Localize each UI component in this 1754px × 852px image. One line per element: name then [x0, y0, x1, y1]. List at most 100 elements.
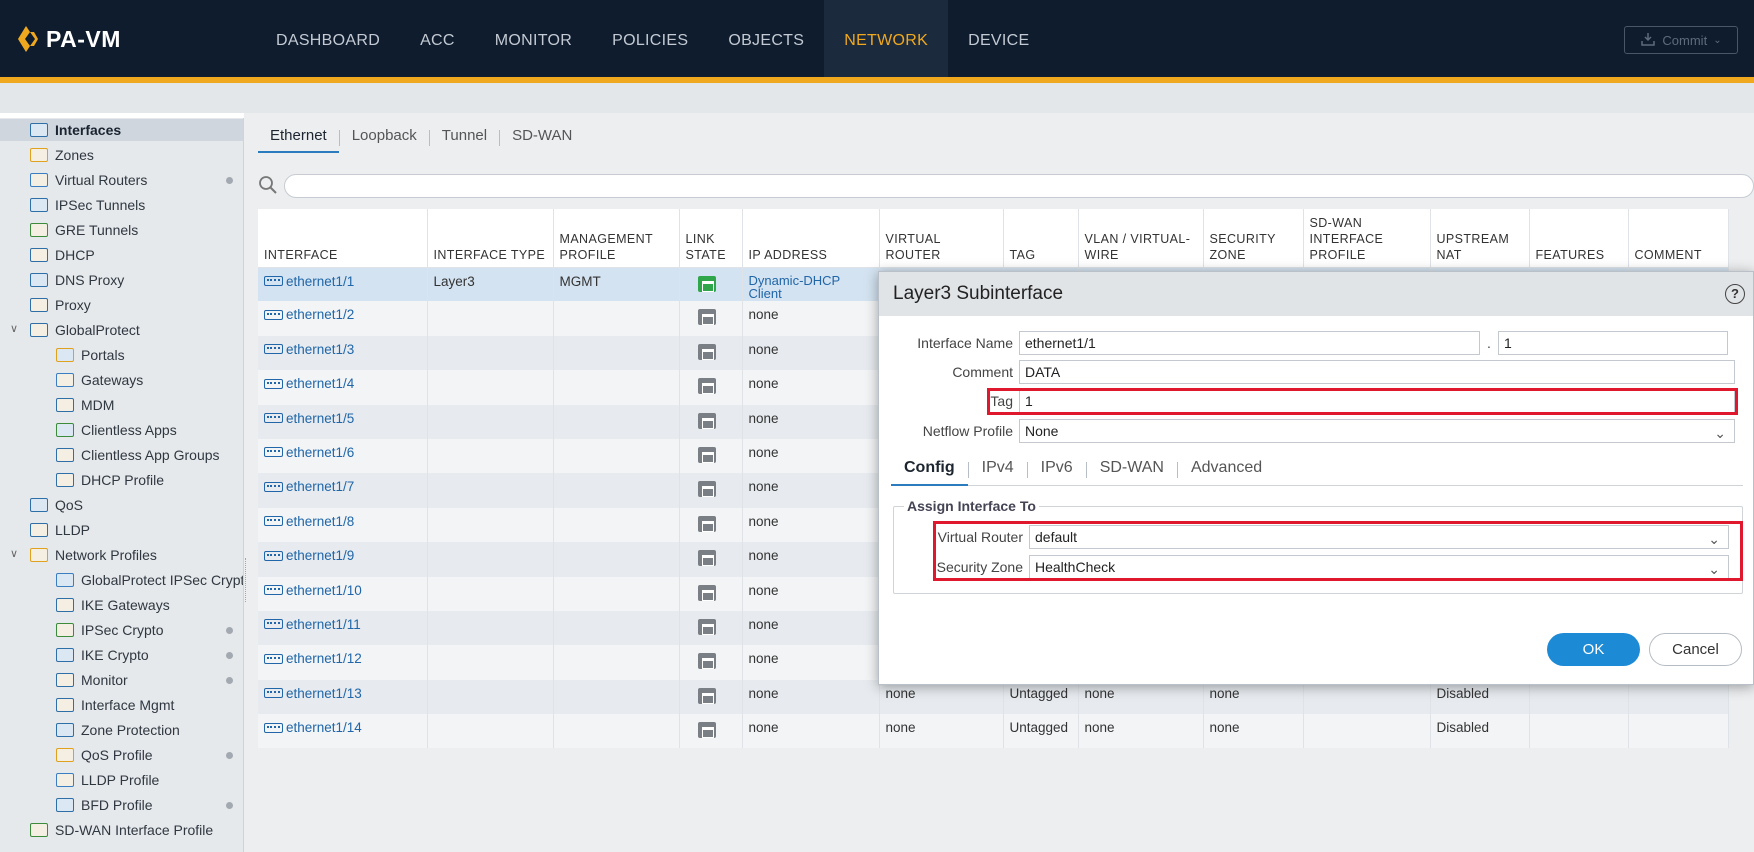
sidebar-item-dhcp-profile[interactable]: DHCP Profile	[56, 469, 164, 491]
sidebar-item-lldp-profile[interactable]: LLDP Profile	[56, 769, 159, 791]
col-link-state[interactable]: LINK STATE	[679, 209, 743, 268]
interface-name: ethernet1/9	[286, 548, 355, 564]
interface-link[interactable]: ethernet1/6	[264, 445, 354, 460]
cancel-button[interactable]: Cancel	[1649, 633, 1742, 666]
sidebar-item-portals[interactable]: Portals	[56, 344, 125, 366]
sidebar-item-gre-tunnels[interactable]: GRE Tunnels	[30, 219, 138, 241]
sidebar-item-globalprotect-ipsec-crypto[interactable]: GlobalProtect IPSec Crypto	[56, 569, 243, 591]
interface-link[interactable]: ethernet1/8	[264, 514, 354, 529]
tab-ethernet[interactable]: Ethernet	[258, 123, 339, 153]
search-input[interactable]	[284, 174, 1754, 198]
nav-network[interactable]: NETWORK	[824, 0, 949, 77]
subinterface-number-field[interactable]: 1	[1498, 331, 1728, 355]
col-vlan-virtual-wire[interactable]: VLAN / VIRTUAL-WIRE	[1078, 209, 1204, 268]
sidebar-item-mdm[interactable]: MDM	[56, 394, 114, 416]
sidebar-item-ike-crypto[interactable]: IKE Crypto	[56, 644, 149, 666]
tab-ipv6[interactable]: IPv6	[1028, 454, 1086, 486]
ethernet-port-icon	[264, 516, 283, 527]
sidebar-item-globalprotect[interactable]: GlobalProtect	[30, 319, 140, 341]
nav-dashboard[interactable]: DASHBOARD	[256, 0, 400, 77]
sidebar-item-ike-gateways[interactable]: IKE Gateways	[56, 594, 170, 616]
col-tag[interactable]: TAG	[1003, 209, 1079, 268]
tab-sdwan[interactable]: SD-WAN	[1087, 454, 1177, 486]
sidebar-item-qos-profile[interactable]: QoS Profile	[56, 744, 153, 766]
sidebar-item-lldp[interactable]: LLDP	[30, 519, 90, 541]
expand-toggle-icon[interactable]: ∨	[10, 322, 18, 335]
sidebar-item-bfd-profile[interactable]: BFD Profile	[56, 794, 153, 816]
interface-link[interactable]: ethernet1/3	[264, 342, 354, 357]
nav-objects[interactable]: OBJECTS	[708, 0, 824, 77]
tab-ipv4[interactable]: IPv4	[969, 454, 1027, 486]
help-icon[interactable]: ?	[1725, 284, 1745, 304]
sidebar-item-virtual-routers[interactable]: Virtual Routers	[30, 169, 147, 191]
interface-link[interactable]: ethernet1/2	[264, 307, 354, 322]
table-row[interactable]: ethernet1/14 none none Untagged none none Disa…	[258, 714, 1729, 749]
interface-link[interactable]: ethernet1/14	[264, 720, 362, 735]
tab-sdwan[interactable]: SD-WAN	[500, 123, 584, 153]
tag-field[interactable]: 1	[1019, 389, 1735, 413]
tab-tunnel[interactable]: Tunnel	[430, 123, 499, 153]
tab-config[interactable]: Config	[891, 454, 968, 486]
col-virtual-router[interactable]: VIRTUAL ROUTER	[879, 209, 1004, 268]
nav-device[interactable]: DEVICE	[948, 0, 1049, 77]
interface-name-field[interactable]: ethernet1/1	[1019, 331, 1480, 355]
sidebar-item-zone-protection[interactable]: Zone Protection	[56, 719, 180, 741]
cell-value[interactable]: Dynamic-DHCP Client	[749, 274, 873, 300]
interface-name: ethernet1/12	[286, 651, 362, 667]
commit-button[interactable]: Commit ⌄	[1624, 26, 1738, 54]
search-icon[interactable]	[258, 175, 278, 198]
netflow-profile-select[interactable]: None ⌄	[1019, 419, 1735, 443]
sidebar-item-sd-wan-interface-profile[interactable]: SD-WAN Interface Profile	[30, 819, 213, 841]
sidebar-item-interfaces[interactable]: Interfaces	[0, 119, 243, 141]
cell-ip: none	[742, 370, 880, 405]
sidebar-item-gateways[interactable]: Gateways	[56, 369, 143, 391]
nav-policies[interactable]: POLICIES	[592, 0, 708, 77]
col-sdwan-interface-profile[interactable]: SD-WAN INTERFACE PROFILE	[1303, 209, 1431, 268]
link-down-icon	[697, 343, 716, 360]
sidebar-item-ipsec-tunnels[interactable]: IPSec Tunnels	[30, 194, 145, 216]
interface-link[interactable]: ethernet1/1	[264, 274, 354, 289]
col-interface[interactable]: INTERFACE	[258, 209, 428, 268]
sidebar-item-zones[interactable]: Zones	[30, 144, 94, 166]
interface-link[interactable]: ethernet1/13	[264, 686, 362, 701]
sidebar-item-monitor[interactable]: Monitor	[56, 669, 128, 691]
security-zone-select[interactable]: HealthCheck ⌄	[1029, 555, 1729, 579]
sidebar-item-proxy[interactable]: Proxy	[30, 294, 91, 316]
expand-toggle-icon[interactable]: ∨	[10, 547, 18, 560]
interface-link[interactable]: ethernet1/10	[264, 583, 362, 598]
sidebar-item-qos[interactable]: QoS	[30, 494, 83, 516]
sidebar-item-network-profiles[interactable]: Network Profiles	[30, 544, 157, 566]
sidebar-item-dhcp[interactable]: DHCP	[30, 244, 95, 266]
sidebar-item-ipsec-crypto[interactable]: IPSec Crypto	[56, 619, 163, 641]
sidebar-item-label: Virtual Routers	[55, 172, 148, 188]
tab-loopback[interactable]: Loopback	[340, 123, 429, 153]
sidebar-item-clientless-apps[interactable]: Clientless Apps	[56, 419, 177, 441]
virtual-router-select[interactable]: default ⌄	[1029, 525, 1729, 549]
sidebar-item-dns-proxy[interactable]: DNS Proxy	[30, 269, 124, 291]
col-ip-address[interactable]: IP ADDRESS	[742, 209, 880, 268]
col-comment[interactable]: COMMENT	[1628, 209, 1729, 268]
interface-link[interactable]: ethernet1/11	[264, 617, 361, 632]
comment-field[interactable]: DATA	[1019, 360, 1735, 384]
col-features[interactable]: FEATURES	[1529, 209, 1629, 268]
interface-link[interactable]: ethernet1/12	[264, 651, 362, 666]
interface-link[interactable]: ethernet1/7	[264, 479, 354, 494]
ok-button[interactable]: OK	[1547, 633, 1640, 666]
tab-advanced[interactable]: Advanced	[1178, 454, 1275, 486]
sidebar-resize-handle[interactable]	[245, 558, 249, 602]
interface-link[interactable]: ethernet1/9	[264, 548, 354, 563]
comment-label: Comment	[952, 364, 1013, 380]
col-management-profile[interactable]: MANAGEMENT PROFILE	[553, 209, 680, 268]
col-upstream-nat[interactable]: UPSTREAM NAT	[1430, 209, 1530, 268]
col-interface-type[interactable]: INTERFACE TYPE	[427, 209, 554, 268]
col-security-zone[interactable]: SECURITY ZONE	[1203, 209, 1304, 268]
nav-monitor[interactable]: MONITOR	[475, 0, 592, 77]
sidebar-item-interface-mgmt[interactable]: Interface Mgmt	[56, 694, 174, 716]
link-down-icon	[697, 722, 716, 739]
nav-acc[interactable]: ACC	[400, 0, 475, 77]
cell-ip: none	[742, 404, 880, 439]
interface-link[interactable]: ethernet1/5	[264, 411, 354, 426]
interface-link[interactable]: ethernet1/4	[264, 376, 354, 391]
cell-value: Disabled	[1436, 685, 1490, 701]
sidebar-item-clientless-app-groups[interactable]: Clientless App Groups	[56, 444, 220, 466]
